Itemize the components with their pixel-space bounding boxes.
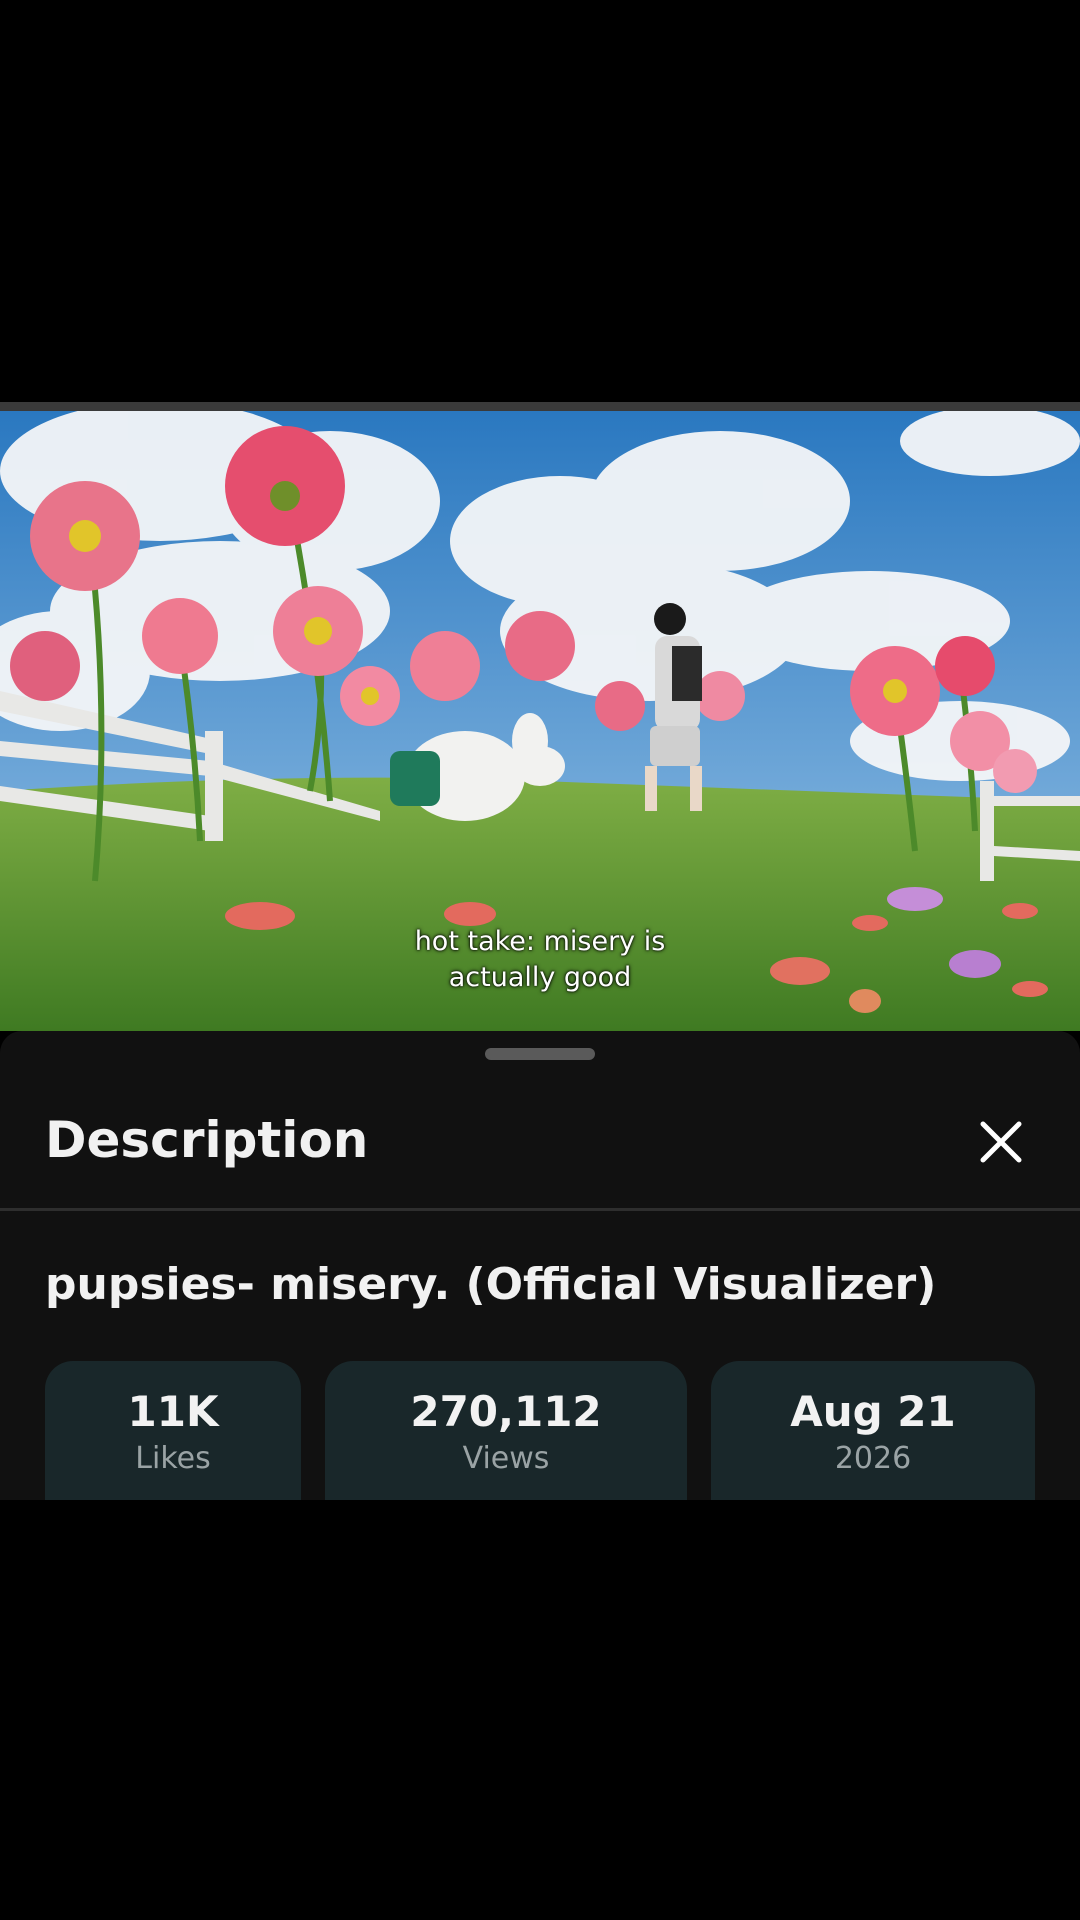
- close-button[interactable]: [975, 1116, 1027, 1168]
- date-stat: Aug 21 2026: [711, 1361, 1035, 1500]
- sheet-title: Description: [45, 1111, 369, 1169]
- drag-handle[interactable]: [485, 1048, 595, 1060]
- video-player[interactable]: hot take: misery is actually good: [0, 411, 1080, 1031]
- subtitle-line-2: actually good: [448, 962, 632, 993]
- video-top-edge: [0, 402, 1080, 411]
- subtitle-line-1: hot take: misery is: [414, 926, 666, 957]
- description-sheet: Description pupsies- misery. (Official V…: [0, 1031, 1080, 1500]
- likes-label: Likes: [135, 1441, 211, 1476]
- video-subtitle: hot take: misery is actually good: [0, 924, 1080, 996]
- likes-count: 11K: [127, 1387, 219, 1436]
- publish-date: Aug 21: [790, 1387, 956, 1436]
- publish-year: 2026: [834, 1441, 912, 1476]
- video-title: pupsies- misery. (Official Visualizer): [45, 1259, 937, 1310]
- likes-stat: 11K Likes: [45, 1361, 301, 1500]
- views-stat: 270,112 Views: [325, 1361, 687, 1500]
- views-label: Views: [462, 1441, 550, 1476]
- close-icon: [980, 1121, 1022, 1163]
- views-count: 270,112: [410, 1387, 602, 1436]
- divider: [0, 1208, 1080, 1211]
